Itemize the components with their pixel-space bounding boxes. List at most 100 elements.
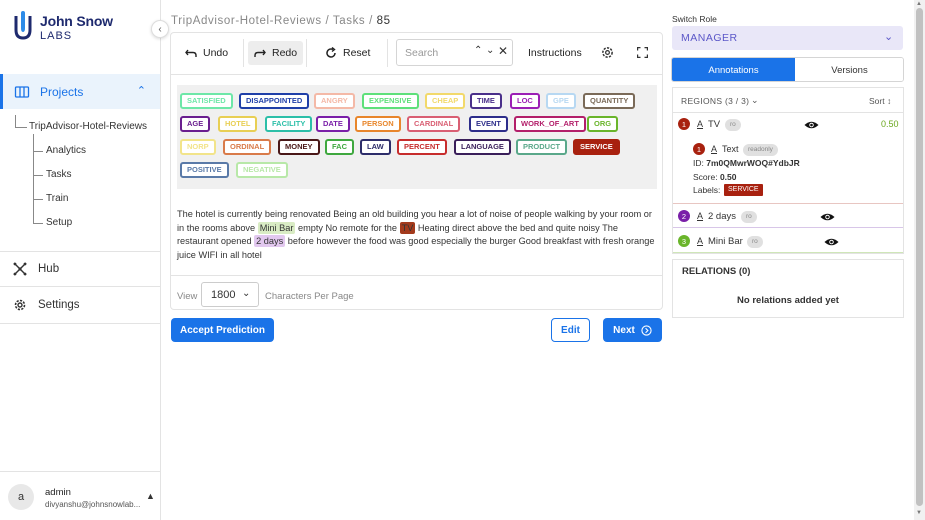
sort-button[interactable]: Sort ↕: [869, 96, 891, 106]
logo-icon: [14, 11, 32, 40]
region-label: 2 days: [708, 211, 736, 222]
scrollbar-thumb[interactable]: [916, 8, 923, 506]
annotation-mini-bar[interactable]: Mini Bar: [257, 221, 296, 234]
user-menu[interactable]: a admin divyanshu@johnsnowlab... ▲: [0, 471, 160, 520]
label-money[interactable]: MONEY: [278, 139, 320, 155]
scroll-down-icon[interactable]: ▼: [916, 510, 922, 516]
regions-title[interactable]: REGIONS (3 / 3): [681, 96, 749, 106]
label-work-of-art[interactable]: WORK_OF_ART: [514, 116, 586, 132]
label-cardinal[interactable]: CARDINAL: [407, 116, 461, 132]
pagination-row: View 1800 ⌄ Characters Per Page: [171, 275, 662, 310]
scroll-up-icon[interactable]: ▲: [916, 1, 922, 7]
label-time[interactable]: TIME: [470, 93, 502, 109]
tab-versions[interactable]: Versions: [795, 58, 903, 81]
chevron-down-icon[interactable]: ⌄: [751, 95, 759, 106]
label-age[interactable]: AGE: [180, 116, 211, 132]
region-item[interactable]: 3 A Mini Bar ro: [673, 229, 903, 253]
document-text[interactable]: The hotel is currently being renovated B…: [177, 208, 659, 262]
gear-icon[interactable]: [601, 46, 614, 59]
label-person[interactable]: PERSON: [355, 116, 401, 132]
annotation-tabs: Annotations Versions: [671, 57, 904, 82]
project-tree-item[interactable]: TripAdvisor-Hotel-Reviews: [29, 121, 147, 132]
label-product[interactable]: PRODUCT: [516, 139, 568, 155]
collapse-sidebar-button[interactable]: ‹: [151, 20, 169, 38]
toolbar: Undo Redo Reset ⌃ ⌄ ✕ Instructions: [171, 33, 662, 75]
page-scrollbar[interactable]: ▲ ▼: [914, 0, 925, 520]
sidebar-item-train[interactable]: Train: [46, 193, 68, 204]
label-percent[interactable]: PERCENT: [397, 139, 447, 155]
label-norp[interactable]: NORP: [180, 139, 216, 155]
label-fac[interactable]: FAC: [325, 139, 354, 155]
annotation-tv[interactable]: TV: [399, 221, 416, 234]
label-angry[interactable]: ANGRY: [314, 93, 355, 109]
label-law[interactable]: LAW: [360, 139, 391, 155]
fullscreen-icon[interactable]: [637, 47, 648, 58]
label-satisfied[interactable]: SATISFIED: [180, 93, 233, 109]
label-ordinal[interactable]: ORDINAL: [223, 139, 272, 155]
label-facility[interactable]: FACILITY: [265, 116, 313, 132]
label-negative[interactable]: NEGATIVE: [236, 162, 288, 178]
sidebar-item-label: Projects: [40, 84, 84, 99]
label-service[interactable]: SERVICE: [573, 139, 620, 155]
sidebar-item-analytics[interactable]: Analytics: [46, 145, 86, 156]
text-label-icon: A: [697, 236, 704, 246]
close-icon[interactable]: ✕: [498, 44, 508, 58]
sidebar-item-hub[interactable]: Hub: [0, 252, 160, 286]
label-event[interactable]: EVENT: [469, 116, 509, 132]
label-quantity[interactable]: QUANTITY: [583, 93, 636, 109]
accept-prediction-button[interactable]: Accept Prediction: [171, 318, 274, 342]
label-disappointed[interactable]: DISAPPOINTED: [239, 93, 310, 109]
label-gpe[interactable]: GPE: [546, 93, 576, 109]
label-date[interactable]: DATE: [316, 116, 350, 132]
tab-annotations[interactable]: Annotations: [672, 58, 795, 81]
label-loc[interactable]: LOC: [510, 93, 540, 109]
search-box: ⌃ ⌄ ✕: [396, 39, 513, 66]
divider: [0, 323, 160, 324]
sidebar-item-tasks[interactable]: Tasks: [46, 169, 72, 180]
sidebar-item-setup[interactable]: Setup: [46, 217, 72, 228]
region-number: 3: [678, 235, 690, 247]
search-input[interactable]: [405, 45, 469, 61]
next-button[interactable]: Next: [603, 318, 662, 342]
sidebar-item-projects[interactable]: Projects ⌃: [0, 74, 160, 109]
reset-button[interactable]: Reset: [319, 41, 376, 65]
regions-panel: REGIONS (3 / 3) ⌄ Sort ↕ 1 A TV ro 0.50 …: [672, 87, 904, 254]
region-item[interactable]: 2 A 2 days ro: [673, 205, 903, 228]
instructions-button[interactable]: Instructions: [528, 47, 582, 59]
user-email: divyanshu@johnsnowlab...: [45, 500, 141, 509]
role-select[interactable]: MANAGER ⌄: [672, 26, 903, 50]
edit-button[interactable]: Edit: [551, 318, 590, 342]
eye-icon[interactable]: [804, 120, 819, 130]
breadcrumb-project[interactable]: TripAdvisor-Hotel-Reviews: [171, 15, 322, 27]
chevron-down-icon[interactable]: ⌄: [486, 45, 494, 56]
label-positive[interactable]: POSITIVE: [180, 162, 229, 178]
switch-role-label: Switch Role: [672, 14, 717, 24]
annotation-2-days[interactable]: 2 days: [254, 235, 286, 248]
undo-button[interactable]: Undo: [179, 41, 234, 65]
regions-header: REGIONS (3 / 3) ⌄ Sort ↕: [673, 88, 903, 113]
region-number: 2: [678, 210, 690, 222]
label-expensive[interactable]: EXPENSIVE: [362, 93, 419, 109]
region-labels-label: Labels:: [693, 185, 721, 195]
label-hotel[interactable]: HOTEL: [218, 116, 258, 132]
gear-icon: [14, 299, 26, 311]
breadcrumb-tasks[interactable]: Tasks: [333, 15, 365, 27]
chevron-up-icon: ▲: [146, 491, 155, 501]
redo-button[interactable]: Redo: [248, 41, 304, 65]
relations-empty-text: No relations added yet: [737, 295, 839, 306]
eye-icon[interactable]: [820, 212, 835, 222]
label-cheap[interactable]: CHEAP: [425, 93, 466, 109]
reset-icon: [326, 47, 336, 58]
logo[interactable]: John Snow LABS: [12, 10, 122, 48]
eye-icon[interactable]: [824, 237, 839, 247]
label-language[interactable]: LANGUAGE: [454, 139, 511, 155]
region-detail-score: Score: 0.50: [693, 172, 737, 182]
sidebar-item-settings[interactable]: Settings: [0, 288, 160, 322]
chars-per-page-label: Characters Per Page: [265, 291, 354, 302]
label-org[interactable]: ORG: [587, 116, 619, 132]
region-number: 1: [678, 118, 690, 130]
chevron-up-icon[interactable]: ⌃: [474, 45, 482, 56]
chars-per-page-select[interactable]: 1800 ⌄: [201, 282, 259, 307]
chevron-up-icon: ⌃: [136, 85, 146, 97]
region-item[interactable]: 1 A TV ro 0.50 1 A Text readonly ID: 7m0…: [673, 114, 903, 204]
